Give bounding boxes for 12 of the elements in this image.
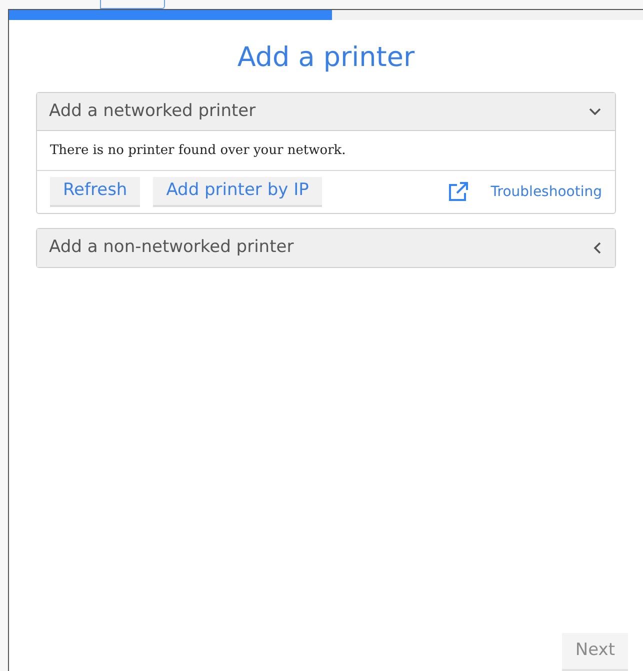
page-title: Add a printer [236, 41, 416, 75]
troubleshooting-link[interactable]: Troubleshooting [490, 182, 602, 202]
chevron-down-icon [589, 108, 601, 115]
section-title: Add a non-networked printer [49, 236, 294, 260]
section-title: Add a networked printer [49, 100, 256, 123]
chevron-left-icon [593, 242, 601, 254]
external-link-icon[interactable] [448, 182, 468, 202]
status-message: There is no printer found over your network. [37, 131, 615, 171]
accordion-header[interactable]: Add a networked printer [37, 93, 615, 131]
accordion-header[interactable]: Add a non-networked printer [37, 229, 615, 267]
action-button[interactable]: Add printer by IP [153, 177, 322, 207]
action-button[interactable]: Refresh [50, 177, 140, 207]
